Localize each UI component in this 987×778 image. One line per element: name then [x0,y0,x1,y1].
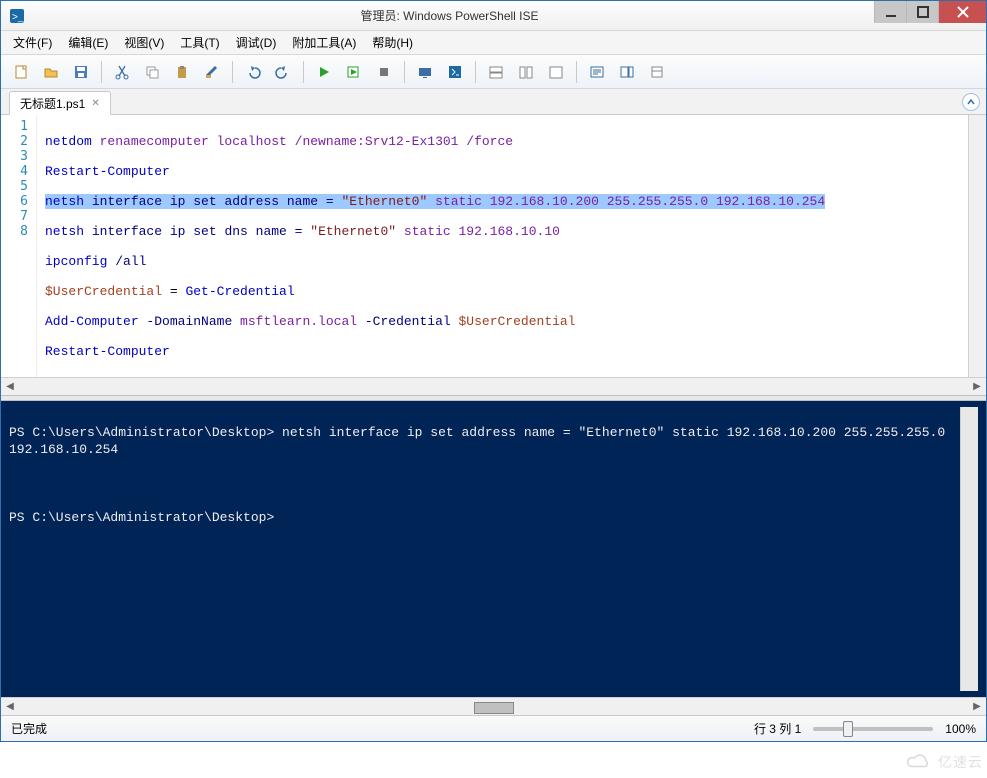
app-icon: >_ [9,8,25,24]
tab-bar: 无标题1.ps1 ✕ [1,89,986,115]
console-output[interactable]: PS C:\Users\Administrator\Desktop> netsh… [9,407,960,691]
clear-button[interactable] [198,59,226,85]
layout-vertical-button[interactable] [512,59,540,85]
redo-button[interactable] [269,59,297,85]
menu-debug[interactable]: 调试(D) [228,31,285,54]
copy-button[interactable] [138,59,166,85]
menu-view[interactable]: 视图(V) [116,31,172,54]
toolbar [1,55,986,89]
cut-button[interactable] [108,59,136,85]
run-selection-button[interactable] [340,59,368,85]
open-file-button[interactable] [37,59,65,85]
code-area[interactable]: netdom renamecomputer localhost /newname… [37,115,968,377]
paste-button[interactable] [168,59,196,85]
toolbox-button[interactable] [643,59,671,85]
layout-script-only-button[interactable] [542,59,570,85]
menu-help[interactable]: 帮助(H) [364,31,421,54]
minimize-button[interactable] [874,1,906,23]
close-button[interactable] [938,1,986,23]
console-horizontal-scrollbar[interactable]: ◀ ▶ [1,697,986,715]
status-bar: 已完成 行 3 列 1 100% [1,715,986,741]
window-title: 管理员: Windows PowerShell ISE [25,7,874,24]
zoom-value: 100% [945,722,976,736]
editor-vertical-scrollbar[interactable] [968,115,986,377]
undo-button[interactable] [239,59,267,85]
maximize-button[interactable] [906,1,938,23]
watermark: 亿速云 [904,752,983,772]
menu-edit[interactable]: 编辑(E) [60,31,116,54]
show-command-addon-button[interactable] [613,59,641,85]
new-remote-button[interactable] [411,59,439,85]
menu-tools[interactable]: 工具(T) [172,31,227,54]
menu-bar: 文件(F) 编辑(E) 视图(V) 工具(T) 调试(D) 附加工具(A) 帮助… [1,31,986,55]
console-pane[interactable]: PS C:\Users\Administrator\Desktop> netsh… [1,401,986,715]
save-button[interactable] [67,59,95,85]
script-editor[interactable]: 1 2 3 4 5 6 7 8 netdom renamecomputer lo… [1,115,986,395]
menu-file[interactable]: 文件(F) [5,31,60,54]
powershell-tab-button[interactable] [441,59,469,85]
status-text: 已完成 [11,720,47,737]
script-tab[interactable]: 无标题1.ps1 ✕ [9,91,111,115]
console-vertical-scrollbar[interactable] [960,407,978,691]
collapse-script-pane-button[interactable] [962,93,980,111]
stop-button[interactable] [370,59,398,85]
show-command-button[interactable] [583,59,611,85]
title-bar: >_ 管理员: Windows PowerShell ISE [1,1,986,31]
editor-horizontal-scrollbar[interactable]: ◀▶ [1,377,986,395]
cursor-position: 行 3 列 1 [754,720,801,737]
tab-label: 无标题1.ps1 [20,95,85,112]
layout-horizontal-button[interactable] [482,59,510,85]
new-file-button[interactable] [7,59,35,85]
menu-addons[interactable]: 附加工具(A) [284,31,364,54]
svg-text:>_: >_ [12,12,24,23]
zoom-slider[interactable] [813,727,933,731]
tab-close-icon[interactable]: ✕ [91,98,99,109]
run-button[interactable] [310,59,338,85]
line-gutter: 1 2 3 4 5 6 7 8 [1,115,37,377]
